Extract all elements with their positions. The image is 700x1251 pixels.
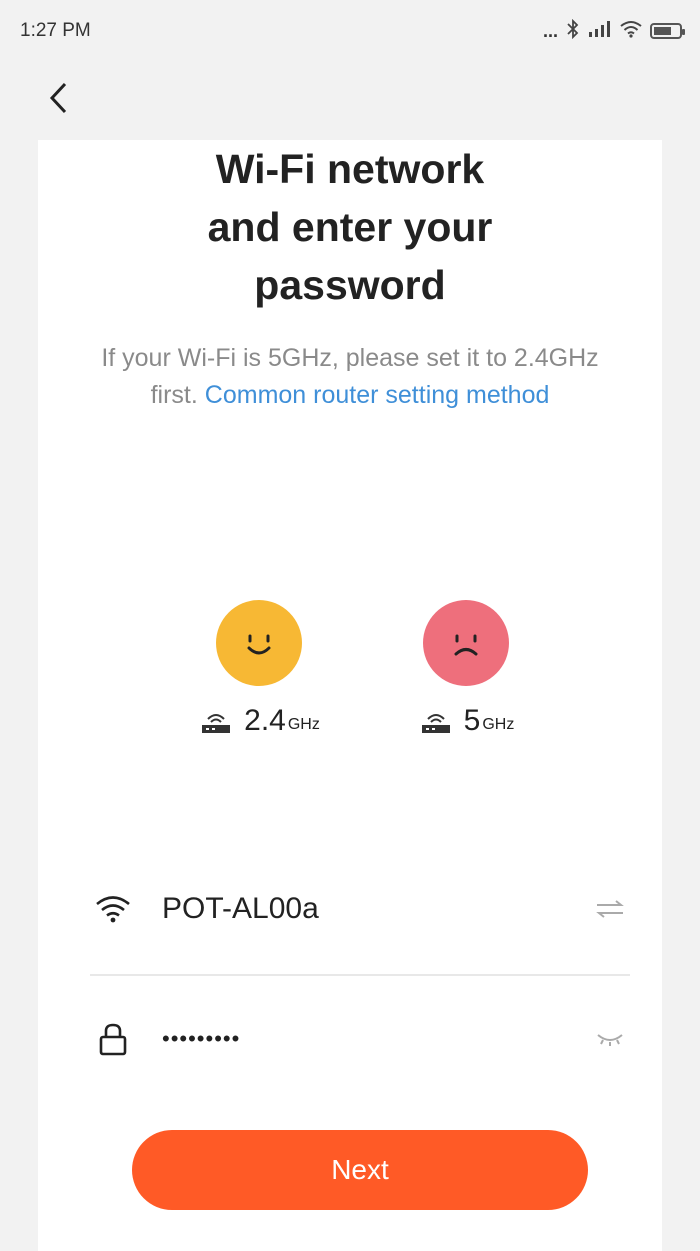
network-name: POT-AL00a	[162, 892, 319, 925]
router-icon	[421, 714, 450, 733]
eye-closed-icon[interactable]	[590, 1031, 630, 1047]
network-field[interactable]: POT-AL00a	[90, 874, 630, 944]
band-unit: GHz	[287, 716, 320, 733]
subtitle: If your Wi-Fi is 5GHz, please set it to …	[98, 340, 602, 414]
smile-icon	[216, 600, 302, 686]
wifi-icon	[90, 895, 136, 923]
router-icon	[202, 714, 231, 733]
band-number: 5	[463, 704, 481, 737]
title-line: Wi-Fi network	[215, 146, 485, 192]
band-5ghz: 5 GHz	[386, 600, 546, 738]
divider	[90, 974, 630, 976]
frown-icon	[423, 600, 509, 686]
bluetooth-icon	[566, 18, 580, 44]
band-number: 2.4	[244, 704, 286, 737]
page-title: Wi-Fi network and enter your password	[38, 140, 662, 314]
next-button[interactable]: Next	[132, 1130, 588, 1210]
password-value: •••••••••	[162, 1026, 241, 1051]
lock-icon	[90, 1022, 136, 1056]
switch-network-icon[interactable]	[590, 899, 630, 919]
band-unit: GHz	[482, 716, 515, 733]
title-line: and enter your	[207, 204, 493, 250]
status-time: 1:27 PM	[20, 20, 91, 41]
band-label: 2.4 GHz	[179, 704, 339, 738]
signal-icon	[588, 20, 612, 43]
battery-icon	[650, 23, 685, 39]
status-bar: 1:27 PM ...	[0, 0, 700, 62]
wifi-icon	[620, 20, 642, 43]
band-label: 5 GHz	[386, 704, 546, 738]
wifi-setup-card: Wi-Fi network and enter your password If…	[38, 140, 662, 1251]
password-field[interactable]: •••••••••	[90, 1004, 630, 1074]
back-button[interactable]	[34, 74, 82, 122]
band-2-4ghz: 2.4 GHz	[179, 600, 339, 738]
router-setting-link[interactable]: Common router setting method	[205, 381, 550, 409]
chevron-left-icon	[49, 82, 67, 114]
title-line: password	[254, 262, 446, 308]
more-dots-icon: ...	[542, 20, 558, 41]
status-icons: ...	[542, 18, 685, 44]
